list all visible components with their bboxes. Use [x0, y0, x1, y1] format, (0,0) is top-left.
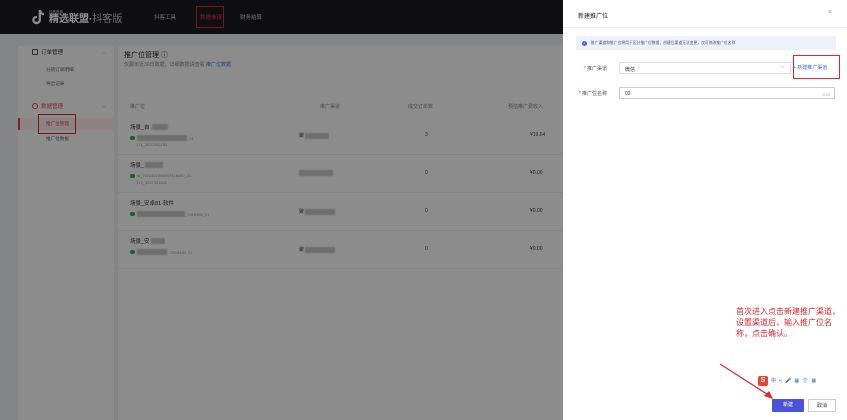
notice-text: 推广渠道和推广位将用于区分推广位数据，创建后渠道无法变更，仅可修改推广位名称	[591, 40, 736, 45]
channel-select-value: 微信	[625, 67, 636, 73]
chevron-down-icon: ﹀	[779, 66, 785, 72]
instruction-annotation: 首次进入点击新建推广渠道，设置渠道后，输入推广位名称，点击确认。	[736, 307, 840, 338]
channel-select[interactable]: 微信 ﹀	[619, 62, 791, 74]
divider	[563, 27, 847, 28]
ime-punct-icon[interactable]: •,	[779, 378, 782, 384]
name-label-text: 推广位名称	[581, 91, 607, 97]
ime-menu-icon[interactable]: ▦	[811, 378, 816, 384]
confirm-button[interactable]: 新建	[772, 399, 804, 412]
ime-mic-icon[interactable]: 🎤	[785, 378, 791, 384]
promo-name-value: 02	[625, 91, 631, 97]
ime-keyboard-icon[interactable]: ▦	[794, 378, 799, 384]
char-counter: 2/20	[822, 91, 830, 97]
ime-lang-icon[interactable]: 中	[771, 377, 776, 384]
notice-banner: i 推广渠道和推广位将用于区分推广位数据，创建后渠道无法变更，仅可修改推广位名称	[576, 36, 836, 50]
sogou-ime-icon[interactable]: S	[758, 375, 768, 386]
channel-label: *推广渠道	[584, 66, 607, 72]
channel-label-text: 推广渠道	[586, 66, 607, 72]
cancel-button[interactable]: 取消	[808, 399, 836, 412]
promo-name-input[interactable]: 02 2/20	[619, 87, 835, 99]
new-promo-drawer: 新建推广位 × i 推广渠道和推广位将用于区分推广位数据，创建后渠道无法变更，仅…	[563, 0, 847, 420]
highlight-box-new-channel	[793, 55, 840, 79]
close-icon[interactable]: ×	[828, 9, 832, 16]
modal-overlay[interactable]	[0, 0, 563, 420]
drawer-title: 新建推广位	[578, 14, 609, 20]
ime-toolbar: S 中 •, 🎤 ▦ 👕 ▦	[756, 374, 834, 387]
info-icon: i	[582, 40, 587, 46]
ime-skin-icon[interactable]: 👕	[802, 378, 808, 384]
name-label: *推广位名称	[579, 91, 607, 97]
